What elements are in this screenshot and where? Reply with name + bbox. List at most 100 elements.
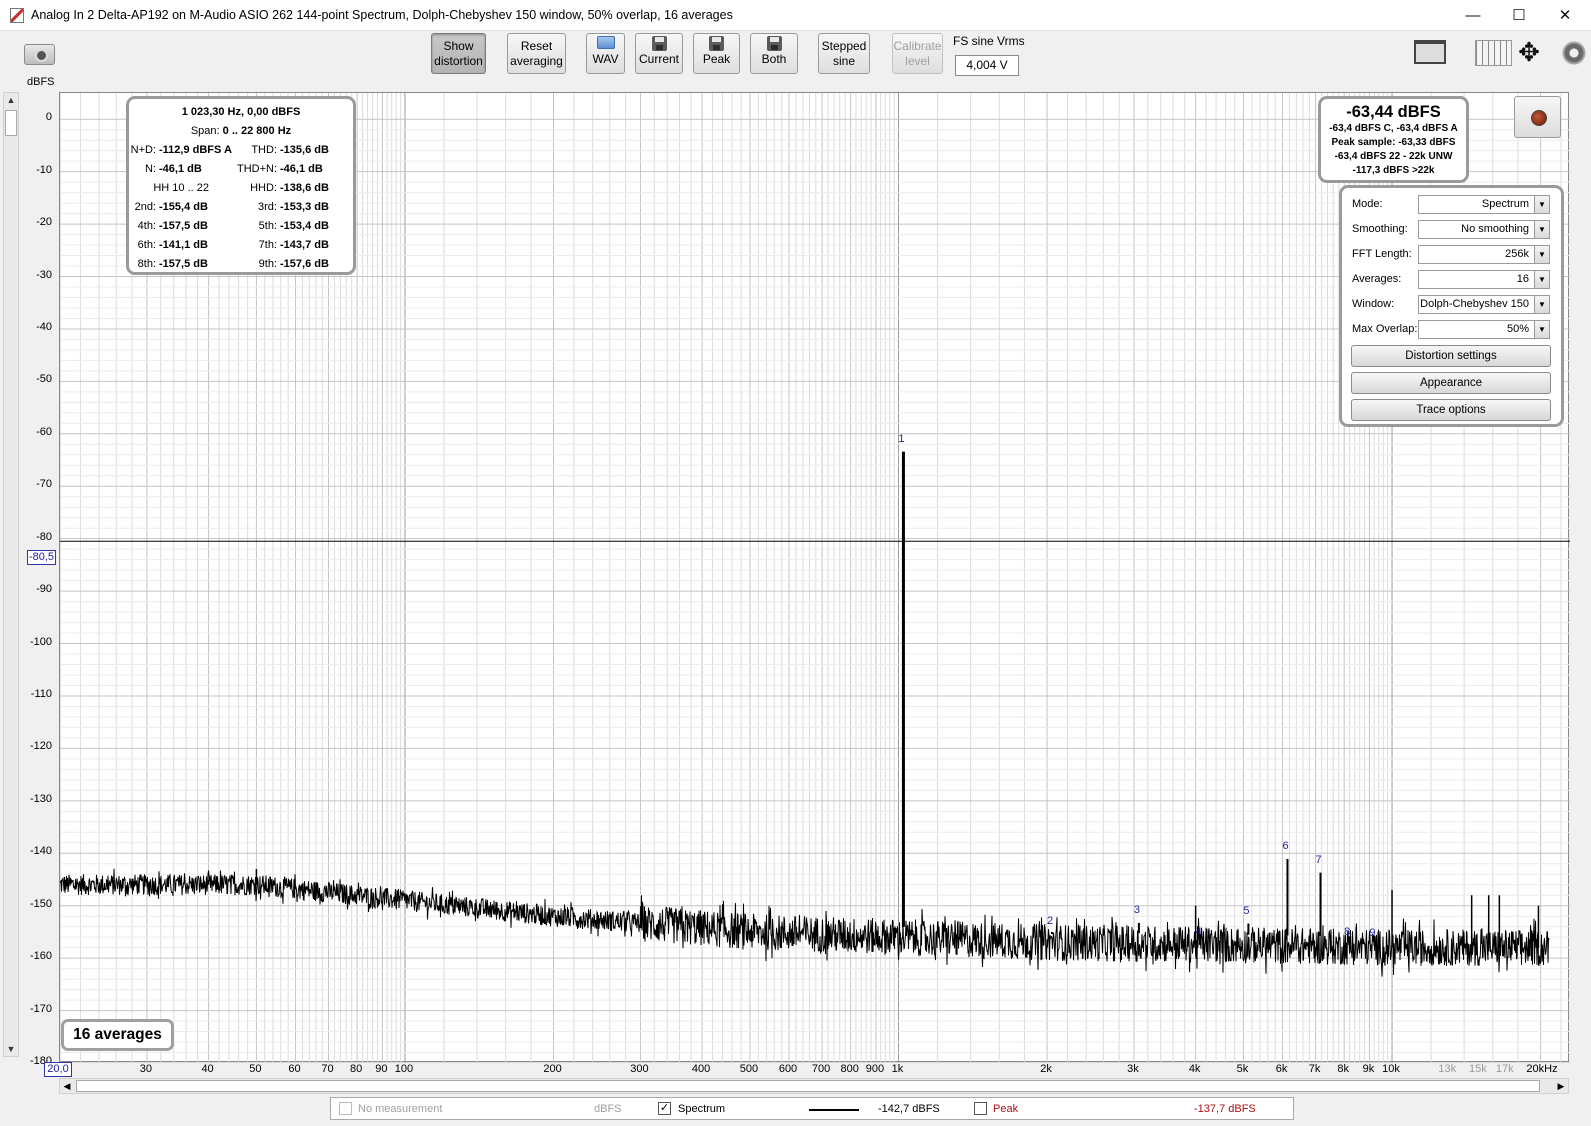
- columns-icon[interactable]: [1475, 40, 1512, 66]
- gear-icon[interactable]: [1561, 40, 1587, 66]
- peak-label: Peak: [702, 52, 731, 66]
- dist-label: 2nd:: [134, 201, 156, 213]
- smoothing-label: Smoothing:: [1352, 223, 1408, 235]
- chevron-down-icon[interactable]: ▼: [1534, 246, 1549, 263]
- no-measurement-label: No measurement: [358, 1103, 443, 1115]
- level-main: -63,44 dBFS: [1346, 103, 1441, 121]
- scroll-up-icon[interactable]: ▲: [4, 93, 18, 107]
- dist-label: N+D:: [130, 144, 156, 156]
- save-peak-button[interactable]: Peak: [693, 33, 740, 74]
- fs-sine-input[interactable]: 4,004 V: [955, 55, 1019, 76]
- dist-label: N:: [145, 163, 156, 175]
- harmonic-label: 8: [1344, 926, 1351, 939]
- x-tick-label: 60: [288, 1063, 301, 1075]
- horizontal-scrollbar[interactable]: ◀ ▶: [59, 1078, 1569, 1094]
- move-arrows-icon[interactable]: ✥: [1511, 37, 1547, 69]
- monitor-icon[interactable]: [1414, 40, 1446, 64]
- save-both-button[interactable]: Both: [750, 33, 798, 74]
- distortion-settings-button[interactable]: Distortion settings: [1351, 345, 1551, 367]
- harmonic-label: 4: [1195, 926, 1202, 939]
- dist-label: THD+N:: [236, 163, 277, 175]
- dist-value: -143,7 dB: [280, 239, 329, 251]
- no-measurement-checkbox[interactable]: [339, 1102, 352, 1115]
- horizontal-scroll-thumb[interactable]: [76, 1080, 1540, 1092]
- dist-label: 7th:: [258, 239, 277, 251]
- dist-value: -135,6 dB: [280, 144, 329, 156]
- spectrum-line-swatch: [809, 1109, 859, 1111]
- averages-label: Averages:: [1352, 273, 1402, 285]
- y-tick-label: -60: [36, 425, 52, 438]
- x-tick-label: 9k: [1362, 1063, 1375, 1075]
- x-tick-label: 15k: [1469, 1063, 1487, 1075]
- averages-badge: 16 averages: [61, 1019, 174, 1051]
- chevron-down-icon[interactable]: ▼: [1534, 196, 1549, 213]
- y-cursor-readout: -80,5: [27, 550, 56, 565]
- chevron-down-icon[interactable]: ▼: [1534, 296, 1549, 313]
- stepped-sine-button[interactable]: Stepped sine: [818, 33, 870, 74]
- y-tick-label: -110: [30, 687, 52, 700]
- reset-averaging-button[interactable]: Reset averaging: [507, 33, 566, 74]
- level-line: Peak sample: -63,33 dBFS: [1331, 137, 1456, 148]
- calibrate-level-label-1: Calibrate: [893, 39, 942, 53]
- chevron-down-icon[interactable]: ▼: [1534, 221, 1549, 238]
- appearance-button[interactable]: Appearance: [1351, 372, 1551, 394]
- controls-panel: Mode: Spectrum ▼ Smoothing: No smoothing ▼…: [1339, 185, 1564, 427]
- wav-label: WAV: [592, 52, 619, 66]
- scroll-left-icon[interactable]: ◀: [60, 1079, 74, 1093]
- peak-checkbox[interactable]: [974, 1102, 987, 1115]
- minimize-button[interactable]: —: [1450, 0, 1496, 31]
- close-button[interactable]: ✕: [1542, 0, 1588, 31]
- x-tick-label: 5k: [1236, 1063, 1249, 1075]
- fundamental-readout: 1 023,30 Hz, 0,00 dBFS: [181, 106, 301, 118]
- smoothing-select[interactable]: No smoothing ▼: [1418, 220, 1550, 239]
- y-tick-label: -50: [36, 373, 52, 386]
- distortion-panel[interactable]: 1 023,30 Hz, 0,00 dBFS Span: 0 .. 22 800…: [126, 96, 356, 275]
- record-button[interactable]: [1514, 96, 1561, 138]
- scroll-right-icon[interactable]: ▶: [1554, 1079, 1568, 1093]
- show-distortion-button[interactable]: Show distortion: [431, 33, 486, 74]
- window-label: Window:: [1352, 298, 1395, 310]
- camera-icon[interactable]: [24, 44, 55, 65]
- calibrate-level-button[interactable]: Calibrate level: [892, 33, 943, 74]
- current-label: Current: [638, 52, 679, 66]
- fft-length-select[interactable]: 256k ▼: [1418, 245, 1550, 264]
- x-tick-label: 6k: [1275, 1063, 1288, 1075]
- dist-value: -138,6 dB: [280, 182, 329, 194]
- x-tick-label: 900: [865, 1063, 885, 1075]
- mode-select[interactable]: Spectrum ▼: [1418, 195, 1550, 214]
- save-current-button[interactable]: Current: [635, 33, 683, 74]
- fft-length-label: FFT Length:: [1352, 248, 1412, 260]
- maximize-button[interactable]: ☐: [1496, 0, 1542, 31]
- reset-averaging-label-2: averaging: [510, 54, 563, 68]
- chevron-down-icon[interactable]: ▼: [1534, 321, 1549, 338]
- y-tick-label: -90: [36, 583, 52, 596]
- vertical-scrollbar[interactable]: ▲ ▼: [3, 92, 19, 1057]
- chevron-down-icon[interactable]: ▼: [1534, 271, 1549, 288]
- averages-select[interactable]: 16 ▼: [1418, 270, 1550, 289]
- level-line: -117,3 dBFS >22k: [1352, 165, 1435, 176]
- x-tick-label: 4k: [1188, 1063, 1201, 1075]
- y-tick-label: -70: [36, 478, 52, 491]
- save-wav-button[interactable]: WAV: [586, 33, 625, 74]
- x-tick-label: 30: [139, 1063, 153, 1075]
- reset-averaging-label-1: Reset: [520, 39, 553, 53]
- y-tick-label: -160: [29, 950, 52, 963]
- dist-label: 4th:: [137, 220, 156, 232]
- window-select[interactable]: Dolph-Chebyshev 150 ▼: [1418, 295, 1550, 314]
- scroll-down-icon[interactable]: ▼: [4, 1042, 18, 1056]
- spectrum-checkbox[interactable]: ✓: [658, 1102, 671, 1115]
- x-tick-label: 13k: [1438, 1063, 1457, 1075]
- max-overlap-select[interactable]: 50% ▼: [1418, 320, 1550, 339]
- spectrum-legend-label: Spectrum: [678, 1103, 726, 1115]
- x-tick-label: 2k: [1040, 1063, 1052, 1075]
- trace-options-button[interactable]: Trace options: [1351, 399, 1551, 421]
- mode-label: Mode:: [1352, 198, 1383, 210]
- y-tick-label: -40: [36, 320, 52, 333]
- x-tick-label: 20kHz: [1526, 1063, 1558, 1075]
- y-tick-label: -100: [29, 635, 52, 648]
- peak-legend-value: -137,7 dBFS: [1194, 1103, 1256, 1115]
- vertical-scroll-thumb[interactable]: [5, 110, 17, 136]
- harmonic-label: 5: [1243, 904, 1250, 917]
- harmonic-label: 7: [1315, 853, 1322, 866]
- folder-icon: [596, 36, 615, 49]
